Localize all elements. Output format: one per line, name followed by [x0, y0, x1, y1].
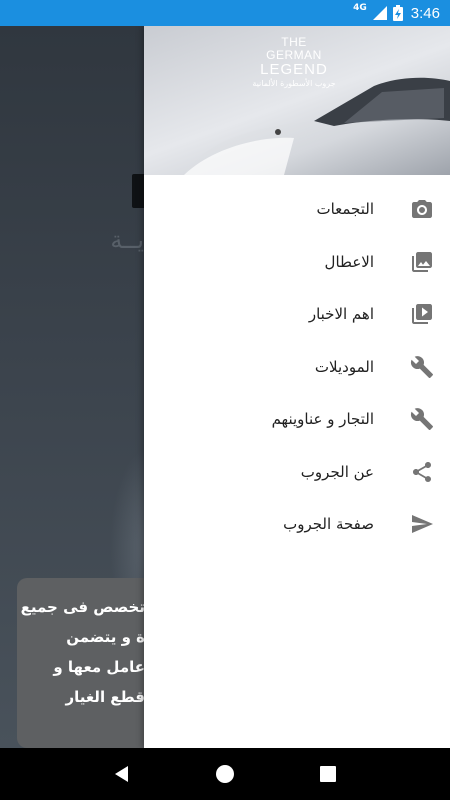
drawer-menu: التجمعات الاعطال اهم الاخبار الموديلات ا…: [144, 183, 450, 551]
background-subtitle: يــة: [110, 226, 144, 254]
menu-item-label: الموديلات: [314, 357, 374, 376]
menu-item-dealers[interactable]: التجار و عناوينهم: [144, 393, 450, 446]
wrench-icon: [410, 407, 434, 431]
recents-icon: [320, 766, 337, 782]
logo-subtitle: جروب الأسطورة الألمانية: [252, 79, 336, 88]
info-card-line: ة و يتضمن: [66, 628, 145, 646]
back-button[interactable]: [102, 754, 142, 794]
menu-item-label: التجمعات: [316, 200, 374, 219]
video-library-icon: [410, 302, 434, 326]
info-card-line: قطع الغيار: [65, 688, 145, 706]
menu-item-group-page[interactable]: صفحة الجروب: [144, 498, 450, 551]
home-icon: [215, 765, 234, 783]
home-button[interactable]: [205, 754, 245, 794]
wrench-icon: [410, 355, 434, 379]
signal-icon: [372, 6, 387, 20]
menu-item-label: صفحة الجروب: [283, 515, 374, 534]
group-logo: THE GERMAN LEGEND جروب الأسطورة الألماني…: [244, 36, 344, 89]
navigation-drawer: THE GERMAN LEGEND جروب الأسطورة الألماني…: [144, 26, 450, 748]
menu-item-gatherings[interactable]: التجمعات: [144, 183, 450, 236]
share-icon: [410, 460, 434, 484]
menu-item-models[interactable]: الموديلات: [144, 341, 450, 394]
camera-icon: [410, 197, 434, 221]
info-card-line: عامل معها و: [53, 658, 145, 676]
battery-charging-icon: [392, 5, 403, 21]
clock: 3:46: [410, 4, 440, 22]
info-card-line: تخصص فى جميع: [20, 598, 145, 616]
menu-item-label: اهم الاخبار: [308, 305, 374, 324]
menu-item-about-group[interactable]: عن الجروب: [144, 446, 450, 499]
logo-line: LEGEND: [260, 61, 328, 78]
drawer-header: THE GERMAN LEGEND جروب الأسطورة الألماني…: [144, 26, 450, 175]
menu-item-label: عن الجروب: [300, 462, 374, 481]
menu-item-top-news[interactable]: اهم الاخبار: [144, 288, 450, 341]
send-icon: [410, 512, 434, 536]
menu-item-label: الاعطال: [324, 252, 374, 271]
menu-item-faults[interactable]: الاعطال: [144, 236, 450, 289]
recents-button[interactable]: [308, 754, 348, 794]
status-bar: 4G 3:46: [0, 0, 450, 26]
photo-library-icon: [410, 250, 434, 274]
menu-item-label: التجار و عناوينهم: [271, 410, 374, 429]
back-icon: [114, 766, 128, 782]
system-navigation-bar: [0, 748, 450, 800]
network-type: 4G: [353, 3, 367, 13]
